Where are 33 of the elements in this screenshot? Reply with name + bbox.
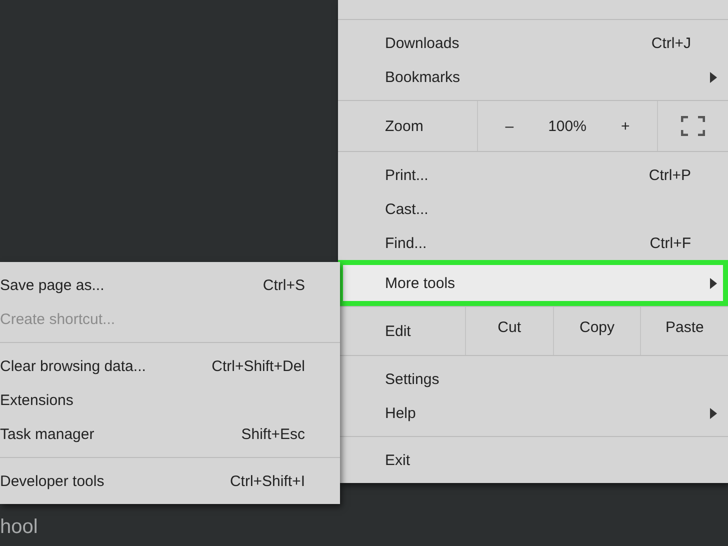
submenu-arrow-icon	[710, 278, 717, 288]
menu-item[interactable]: Bookmarks	[338, 60, 728, 94]
menu-item[interactable]: Task manager Shift+Esc	[0, 417, 340, 451]
menu-item[interactable]: Extensions	[0, 383, 340, 417]
zoom-out-button[interactable]: –	[505, 118, 514, 134]
menu-item[interactable]: Settings	[338, 362, 728, 396]
menu-item[interactable]: Exit	[338, 443, 728, 477]
fullscreen-icon[interactable]	[681, 116, 705, 136]
background-text: hool	[0, 516, 38, 539]
edit-action-button[interactable]: Paste	[641, 307, 728, 355]
menu-item[interactable]: Developer tools Ctrl+Shift+I	[0, 464, 340, 498]
shortcut-label: Ctrl+J	[651, 34, 691, 52]
menu-item[interactable]: Downloads Ctrl+J	[338, 26, 728, 60]
zoom-value: 100%	[548, 118, 586, 134]
submenu-arrow-icon	[710, 72, 717, 82]
menu-item[interactable]: More tools	[338, 260, 728, 306]
shortcut-label: Ctrl+P	[648, 166, 691, 184]
shortcut-label: Shift+Esc	[241, 426, 305, 442]
menu-item[interactable]: Find... Ctrl+F	[338, 226, 728, 260]
shortcut-label: Ctrl+S	[262, 276, 305, 294]
edit-action-button[interactable]: Cut	[466, 307, 554, 355]
menu-item[interactable]: Print... Ctrl+P	[338, 158, 728, 192]
menu-item[interactable]: Help	[338, 396, 728, 430]
zoom-in-button[interactable]: +	[620, 118, 630, 134]
zoom-label: Zoom	[384, 116, 424, 136]
submenu-arrow-icon	[710, 408, 717, 418]
menu-item[interactable]: Clear browsing data... Ctrl+Shift+Del	[0, 349, 340, 383]
shortcut-label: Ctrl+Shift+Del	[212, 358, 305, 374]
edit-action-button[interactable]: Copy	[554, 307, 642, 355]
menu-item[interactable]: Cast...	[338, 192, 728, 226]
shortcut-label: Ctrl+F	[650, 234, 691, 252]
menu-item[interactable]: Save page as... Ctrl+S	[0, 268, 340, 302]
shortcut-label: Ctrl+Shift+I	[230, 472, 305, 490]
